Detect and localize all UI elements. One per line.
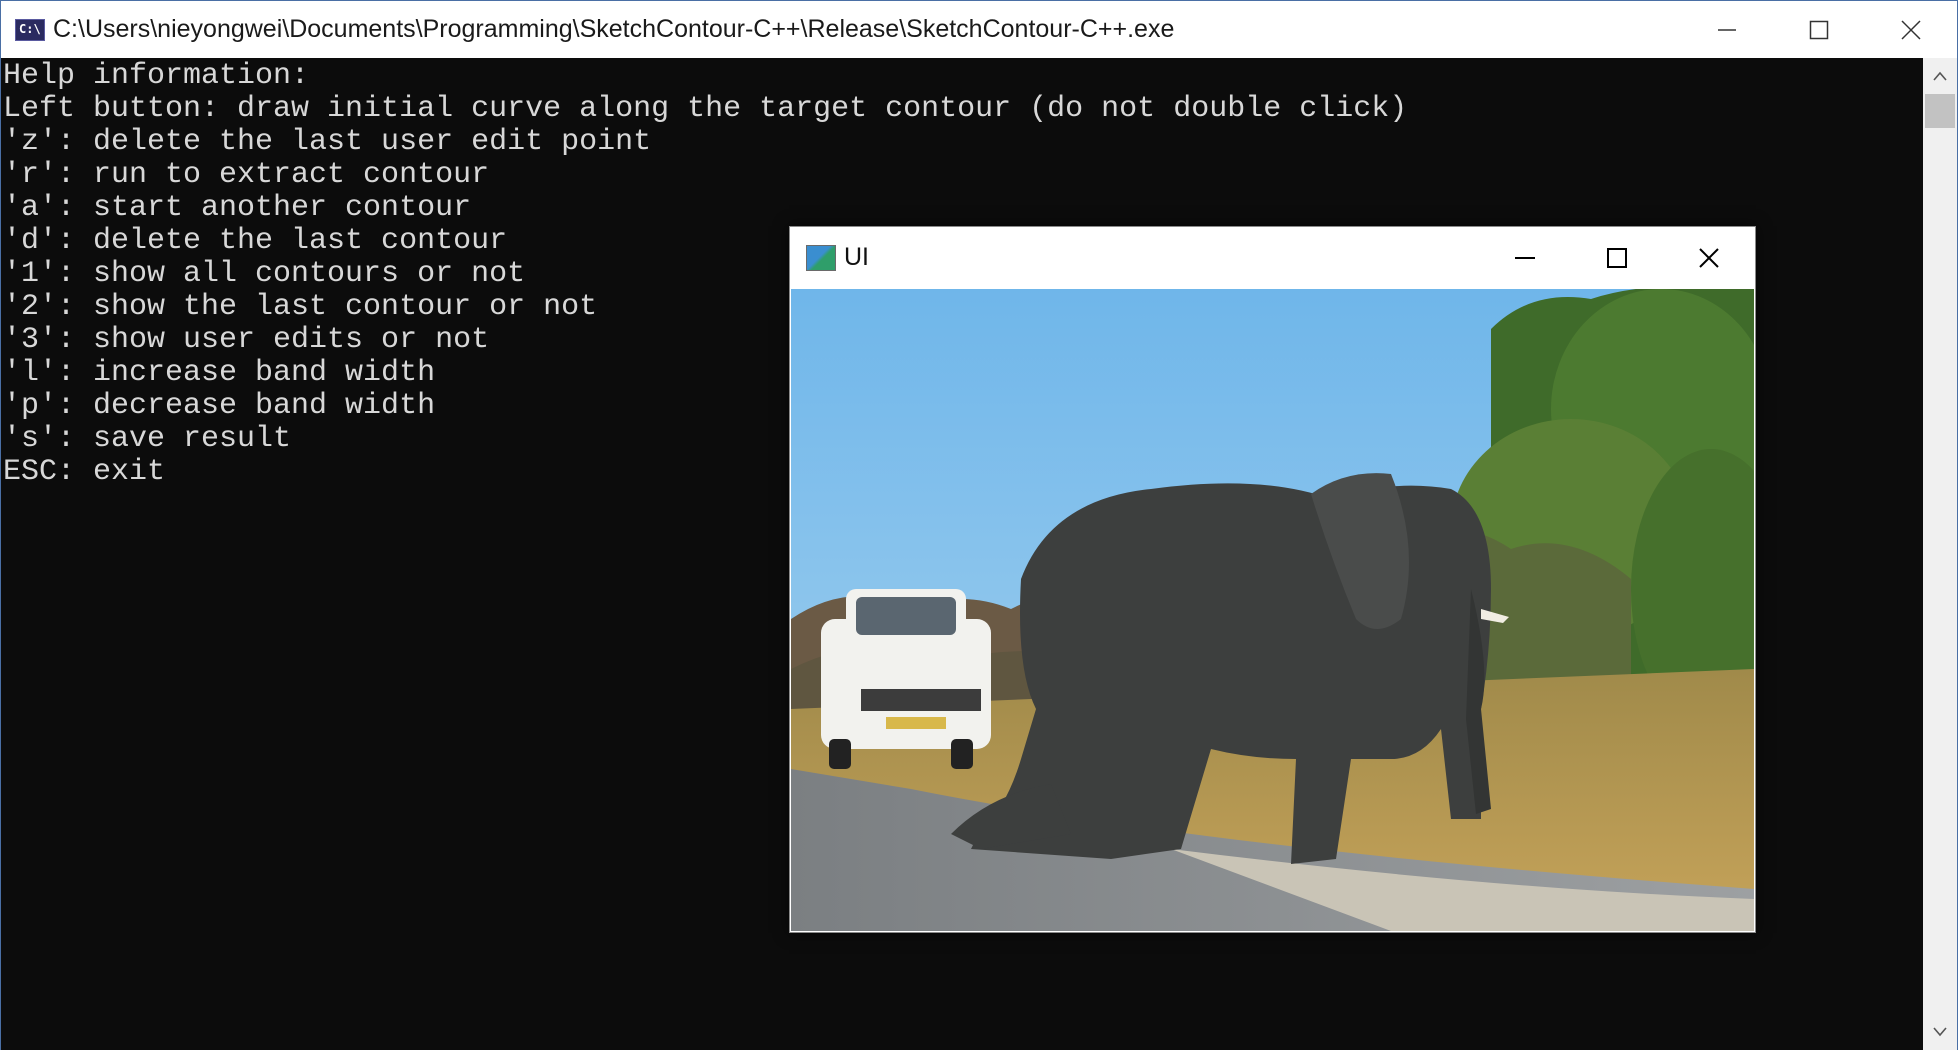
console-window-title: C:\Users\nieyongwei\Documents\Programmin…	[53, 15, 1175, 43]
console-vertical-scrollbar[interactable]	[1923, 58, 1957, 1050]
ui-image-window: UI	[789, 226, 1756, 933]
help-line: 'r': run to extract contour	[3, 158, 490, 192]
car-shape	[821, 589, 991, 769]
minimize-icon	[1718, 28, 1736, 31]
close-icon	[1699, 247, 1719, 268]
console-titlebar[interactable]: C:\ C:\Users\nieyongwei\Documents\Progra…	[1, 1, 1957, 58]
ui-window-controls	[1479, 227, 1755, 288]
scrollbar-thumb[interactable]	[1925, 94, 1955, 128]
scroll-up-button[interactable]	[1923, 58, 1957, 94]
console-close-button[interactable]	[1865, 1, 1957, 58]
help-line: 'a': start another contour	[3, 191, 472, 225]
close-icon	[1901, 19, 1921, 40]
help-line: 'z': delete the last user edit point	[3, 125, 652, 159]
ui-window-title: UI	[844, 243, 869, 271]
console-minimize-button[interactable]	[1681, 1, 1773, 58]
maximize-icon	[1607, 247, 1627, 268]
console-app-icon-text: C:\	[19, 21, 41, 36]
help-line: Help information:	[3, 59, 310, 93]
image-canvas[interactable]	[791, 289, 1754, 931]
scroll-down-button[interactable]	[1923, 1014, 1957, 1050]
elephant-crossing-road-photo	[791, 289, 1754, 931]
ui-close-button[interactable]	[1663, 227, 1755, 288]
minimize-icon	[1515, 256, 1535, 259]
console-app-icon: C:\	[15, 18, 45, 41]
console-maximize-button[interactable]	[1773, 1, 1865, 58]
maximize-icon	[1809, 20, 1829, 39]
console-window-controls	[1681, 1, 1957, 58]
chevron-down-icon	[1933, 1027, 1947, 1037]
chevron-up-icon	[1933, 71, 1947, 81]
ui-titlebar[interactable]: UI	[790, 227, 1755, 288]
help-line: Left button: draw initial curve along th…	[3, 92, 1408, 126]
image-window-icon	[806, 244, 836, 271]
ui-minimize-button[interactable]	[1479, 227, 1571, 288]
ui-maximize-button[interactable]	[1571, 227, 1663, 288]
